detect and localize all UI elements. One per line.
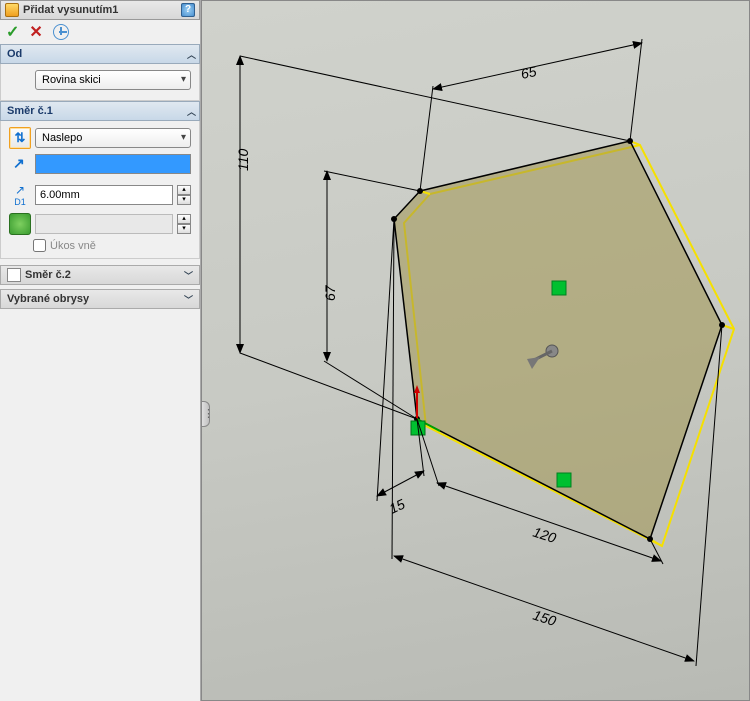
section-contours-label: Vybrané obrysy — [7, 293, 89, 305]
spinner-up: ▴ — [177, 214, 191, 224]
dim-150: 150 — [531, 607, 558, 630]
chevron-up-icon: ︿ — [187, 48, 193, 61]
depth-icon: ↗D1 — [9, 183, 31, 207]
section-from-label: Od — [7, 48, 22, 60]
chevron-down-icon: ︿ — [187, 269, 193, 282]
extrude-icon — [5, 3, 19, 17]
checkbox-icon[interactable] — [7, 268, 21, 282]
detailed-preview-button[interactable] — [53, 24, 69, 40]
spinner-up[interactable]: ▴ — [177, 185, 191, 195]
dim-120: 120 — [531, 524, 558, 547]
depth-spinner[interactable]: ▴ ▾ — [177, 185, 191, 205]
chevron-down-icon: ︿ — [187, 293, 193, 306]
draft-outward-label: Úkos vně — [50, 240, 96, 252]
spinner-down: ▾ — [177, 224, 191, 234]
cancel-button[interactable]: ✕ — [29, 22, 42, 42]
section-from-header[interactable]: Od ︿ — [0, 44, 200, 64]
sketch-canvas: 110 67 65 15 120 150 — [202, 1, 750, 701]
from-plane-dropdown[interactable]: Rovina skici — [35, 70, 191, 90]
feature-title: Přidat vysunutím1 — [23, 4, 181, 16]
reverse-direction-button[interactable]: ⇅ — [9, 127, 31, 149]
draft-outward-checkbox[interactable] — [33, 239, 46, 252]
direction-ref-field[interactable] — [35, 154, 191, 174]
section-dir2-label: Směr č.2 — [25, 269, 71, 281]
section-from-body: Rovina skici — [0, 64, 200, 101]
dim-15: 15 — [387, 496, 408, 517]
section-contours-header[interactable]: Vybrané obrysy ︿ — [0, 289, 200, 309]
feature-titlebar: Přidat vysunutím1 ? — [0, 0, 200, 20]
draft-outward-checkbox-row: Úkos vně — [33, 239, 191, 252]
dim-65: 65 — [519, 63, 538, 82]
draft-toggle-button[interactable] — [9, 213, 31, 235]
action-bar: ✓ ✕ — [0, 20, 200, 44]
direction-icon[interactable] — [9, 153, 31, 175]
help-button[interactable]: ? — [181, 3, 195, 17]
section-dir1-body: ⇅ Naslepo ↗D1 6.00mm ▴ ▾ ▴ ▾ — [0, 121, 200, 259]
end-condition-dropdown[interactable]: Naslepo — [35, 128, 191, 148]
section-dir2-header[interactable]: Směr č.2 ︿ — [0, 265, 200, 285]
section-dir1-label: Směr č.1 — [7, 105, 53, 117]
ok-button[interactable]: ✓ — [6, 22, 19, 42]
chevron-up-icon: ︿ — [187, 105, 193, 118]
spinner-down[interactable]: ▾ — [177, 195, 191, 205]
property-panel: Přidat vysunutím1 ? ✓ ✕ Od ︿ Rovina skic… — [0, 0, 201, 701]
draft-angle-field — [35, 214, 173, 234]
dim-110: 110 — [235, 148, 251, 171]
dim-67: 67 — [322, 284, 338, 301]
graphics-viewport[interactable]: 110 67 65 15 120 150 — [201, 0, 750, 701]
draft-spinner: ▴ ▾ — [177, 214, 191, 234]
section-dir1-header[interactable]: Směr č.1 ︿ — [0, 101, 200, 121]
depth-input[interactable]: 6.00mm — [35, 185, 173, 205]
